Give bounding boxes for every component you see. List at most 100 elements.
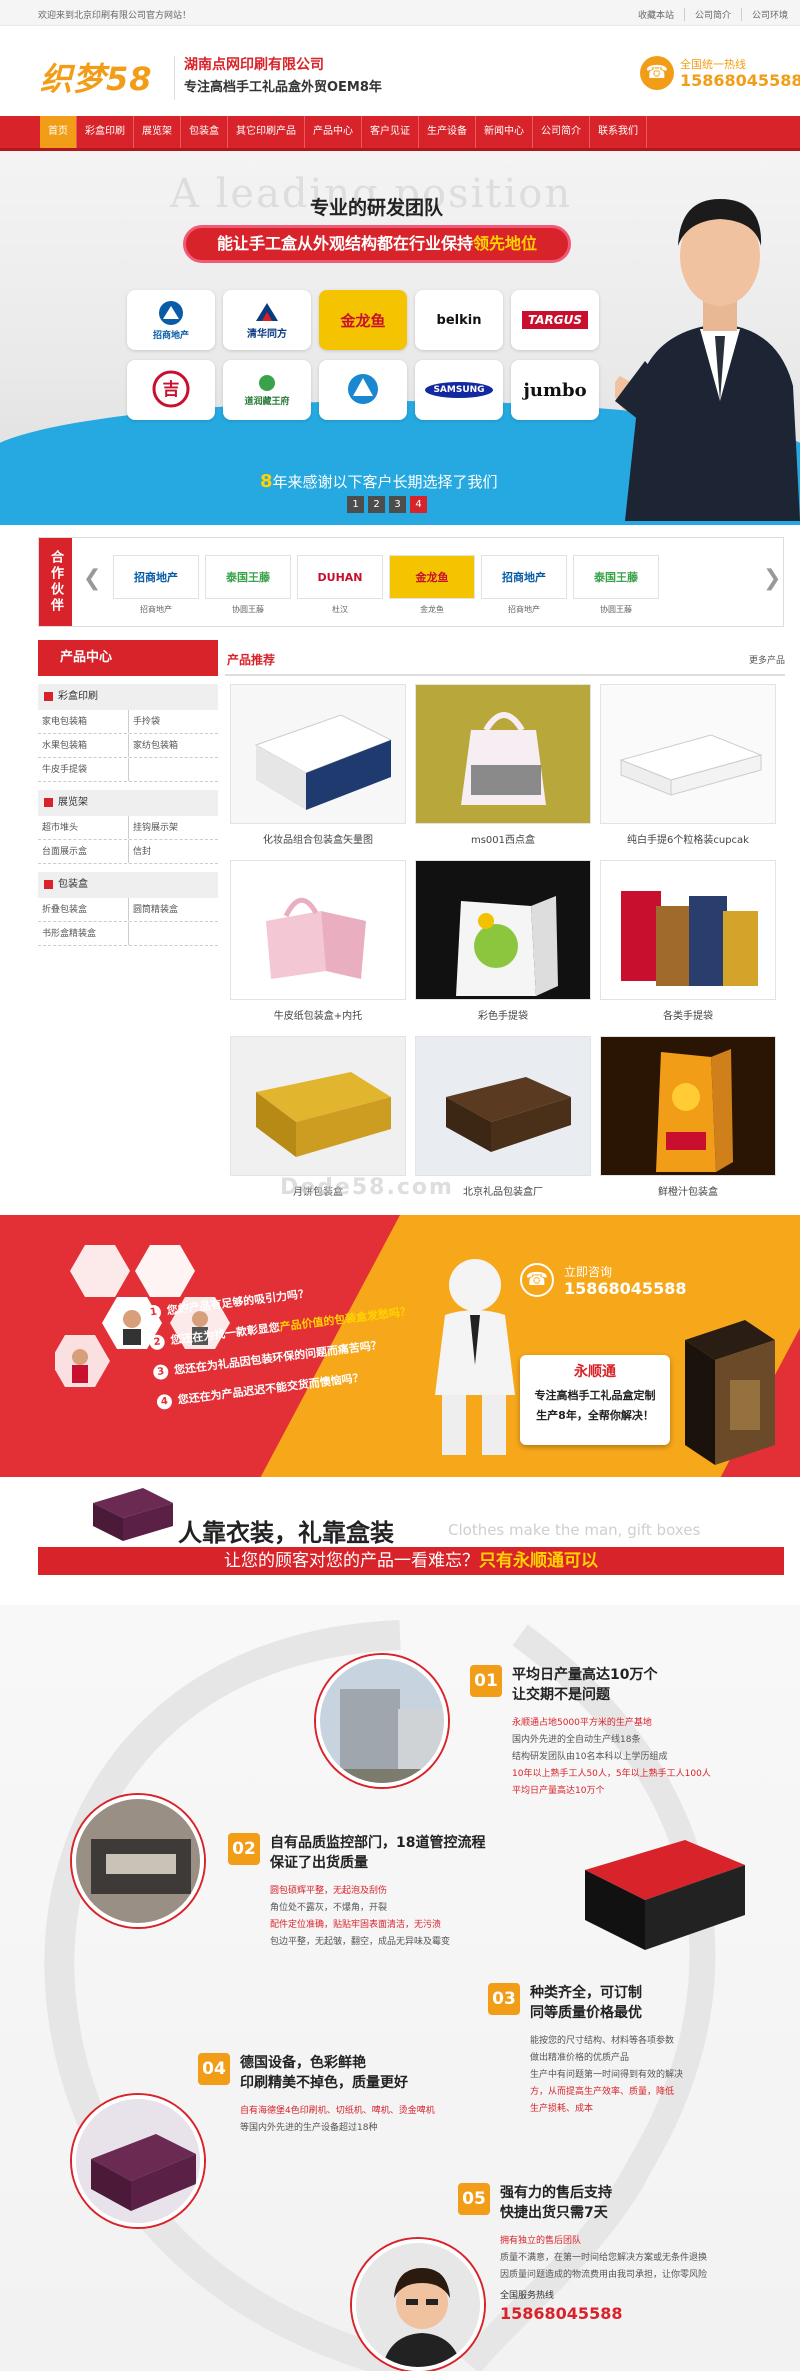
sidebar-link[interactable]: 手拎袋 bbox=[128, 710, 218, 733]
product-image[interactable] bbox=[230, 1036, 406, 1176]
main-nav: 首页 彩盒印刷 展览架 包装盒 其它印刷产品 产品中心 客户见证 生产设备 新闻… bbox=[0, 116, 800, 151]
company-name: 湖南点网印刷有限公司 bbox=[184, 57, 324, 73]
nav-packaging[interactable]: 包装盒 bbox=[181, 116, 228, 148]
sidebar-link[interactable]: 台面展示盒 bbox=[38, 840, 128, 863]
sidebar-link[interactable]: 信封 bbox=[128, 840, 218, 863]
call-number: 15868045588 bbox=[564, 1279, 687, 1298]
hotline-label: 全国统一热线 bbox=[680, 58, 746, 71]
next-arrow-icon[interactable]: ❯ bbox=[763, 566, 781, 591]
sidebar-category[interactable]: 展览架 bbox=[38, 790, 218, 816]
sidebar-link[interactable]: 水果包装箱 bbox=[38, 734, 128, 757]
purple-box-image bbox=[93, 1488, 173, 1541]
nav-equipment[interactable]: 生产设备 bbox=[419, 116, 476, 148]
site-logo[interactable]: 织梦58 bbox=[40, 54, 175, 100]
product-image[interactable] bbox=[230, 684, 406, 824]
product-image[interactable] bbox=[415, 684, 591, 824]
product-image[interactable] bbox=[415, 1036, 591, 1176]
sidebar-link[interactable] bbox=[128, 758, 218, 781]
sidebar-link[interactable]: 折叠包装盒 bbox=[38, 898, 128, 921]
link-about[interactable]: 公司简介 bbox=[683, 8, 731, 21]
tagline-english: Clothes make the man, gift boxes bbox=[448, 1521, 701, 1539]
red-black-box-image bbox=[585, 1840, 745, 1950]
product-card[interactable]: 鲜橙汁包装盒 bbox=[600, 1036, 776, 1212]
nav-home[interactable]: 首页 bbox=[40, 116, 77, 148]
sidebar-row: 牛皮手提袋 bbox=[38, 758, 218, 782]
features-section: 01 平均日产量高达10万个 让交期不是问题 永顺通占地5000平方米的生产基地国… bbox=[0, 1605, 800, 2371]
category-icon bbox=[44, 879, 53, 889]
sidebar-link[interactable]: 家电包装箱 bbox=[38, 710, 128, 733]
pager-3[interactable]: 3 bbox=[389, 496, 406, 513]
sidebar-category[interactable]: 彩盒印刷 bbox=[38, 684, 218, 710]
product-card[interactable]: 各类手提袋 bbox=[600, 860, 776, 1036]
sidebar-link[interactable]: 书形盒精装盒 bbox=[38, 922, 128, 945]
prev-arrow-icon[interactable]: ❮ bbox=[83, 566, 101, 591]
pager-1[interactable]: 1 bbox=[347, 496, 364, 513]
sidebar-link[interactable]: 家纺包装箱 bbox=[128, 734, 218, 757]
product-card[interactable]: ms001西点盒 bbox=[415, 684, 591, 860]
welcome-text: 欢迎来到北京印刷有限公司官方网站！ bbox=[38, 11, 192, 21]
link-environment[interactable]: 公司环境 bbox=[740, 8, 788, 21]
tagline-title: 人靠衣装，礼靠盒装 bbox=[178, 1519, 394, 1547]
promo-desc-1: 专注高档手工礼品盒定制 bbox=[534, 1389, 656, 1402]
sidebar-link[interactable]: 挂钩展示架 bbox=[128, 816, 218, 839]
brand-jinlongyu: 金龙鱼 bbox=[319, 290, 407, 350]
category-icon bbox=[44, 797, 53, 807]
pager-2[interactable]: 2 bbox=[368, 496, 385, 513]
businessman-image bbox=[615, 199, 800, 521]
sidebar-row: 书形盒精装盒 bbox=[38, 922, 218, 946]
nav-products[interactable]: 产品中心 bbox=[305, 116, 362, 148]
site-header: 织梦58 湖南点网印刷有限公司 专注高档手工礼品盒外贸OEM8年 ☎ 全国统一热… bbox=[0, 26, 800, 116]
nav-clients[interactable]: 客户见证 bbox=[362, 116, 419, 148]
sidebar-link[interactable]: 圆筒精装盒 bbox=[128, 898, 218, 921]
promo-card: 永顺通 专注高档手工礼品盒定制 生产8年，全帮你解决！ bbox=[520, 1355, 670, 1445]
sidebar-row: 家电包装箱 手拎袋 bbox=[38, 710, 218, 734]
product-image[interactable] bbox=[415, 860, 591, 1000]
banner-title: 专业的研发团队 bbox=[310, 197, 444, 219]
product-image[interactable] bbox=[600, 684, 776, 824]
banner-pill: 能让手工盒从外观结构都在行业保持领先地位 bbox=[183, 225, 571, 263]
brand-grid: 招商地产 清华同方 金龙鱼 belkin TARGUS 吉 道润藏王府 SAMS… bbox=[127, 290, 607, 420]
partner-item[interactable]: 招商地产 招商地产 bbox=[481, 555, 567, 615]
partners-section: 合作伙伴 ❮ ❯ 招商地产 招商地产 泰国王藤 协圆王藤 DUHAN 杜汉 金龙鱼 金龙… bbox=[38, 537, 784, 627]
pager-4[interactable]: 4 bbox=[410, 496, 427, 513]
brand-daorun: 道润藏王府 bbox=[223, 360, 311, 420]
sidebar-link[interactable]: 牛皮手提袋 bbox=[38, 758, 128, 781]
nav-display-rack[interactable]: 展览架 bbox=[134, 116, 181, 148]
product-card[interactable]: 彩色手提袋 bbox=[415, 860, 591, 1036]
partner-item[interactable]: 招商地产 招商地产 bbox=[113, 555, 199, 615]
nav-contact[interactable]: 联系我们 bbox=[590, 116, 647, 148]
partner-item[interactable]: 金龙鱼 金龙鱼 bbox=[389, 555, 475, 615]
category-icon bbox=[44, 691, 53, 701]
product-card[interactable]: 纯白手提6个粒格装cupcak bbox=[600, 684, 776, 860]
sidebar-link[interactable] bbox=[128, 922, 218, 945]
partner-item[interactable]: DUHAN 杜汉 bbox=[297, 555, 383, 615]
tagline-bar: 让您的顾客对您的产品一看难忘？只有永顺通可以 bbox=[38, 1547, 784, 1575]
product-card[interactable]: 化妆品组合包装盒矢量图 bbox=[230, 684, 406, 860]
partners-title: 合作伙伴 bbox=[39, 538, 72, 626]
product-image[interactable] bbox=[600, 1036, 776, 1176]
partner-item[interactable]: 泰国王藤 协圆王藤 bbox=[205, 555, 291, 615]
hotline-number: 15868045588 bbox=[680, 71, 800, 90]
phone-icon: ☎ bbox=[520, 1263, 554, 1297]
nav-about[interactable]: 公司简介 bbox=[533, 116, 590, 148]
product-card[interactable]: 牛皮纸包装盒+内托 bbox=[230, 860, 406, 1036]
nav-other-print[interactable]: 其它印刷产品 bbox=[228, 116, 305, 148]
sidebar-link[interactable]: 超市堆头 bbox=[38, 816, 128, 839]
nav-news[interactable]: 新闻中心 bbox=[476, 116, 533, 148]
partner-item[interactable]: 泰国王藤 协圆王藤 bbox=[573, 555, 659, 615]
more-products-link[interactable]: 更多产品 bbox=[749, 653, 785, 666]
product-image[interactable] bbox=[230, 860, 406, 1000]
sidebar-category[interactable]: 包装盒 bbox=[38, 872, 218, 898]
phone-icon: ☎ bbox=[640, 56, 674, 90]
sidebar-title: 产品中心 bbox=[38, 640, 218, 676]
link-bookmark[interactable]: 收藏本站 bbox=[628, 8, 674, 21]
promo-desc-2: 生产8年，全帮你解决！ bbox=[536, 1409, 654, 1422]
sidebar-row: 水果包装箱 家纺包装箱 bbox=[38, 734, 218, 758]
sidebar-row: 超市堆头 挂钩展示架 bbox=[38, 816, 218, 840]
brand-ji-text: 吉 bbox=[163, 380, 180, 400]
brand-targus: TARGUS bbox=[511, 290, 599, 350]
product-image[interactable] bbox=[600, 860, 776, 1000]
sidebar-row: 台面展示盒 信封 bbox=[38, 840, 218, 864]
nav-color-box[interactable]: 彩盒印刷 bbox=[77, 116, 134, 148]
brand-ji: 吉 bbox=[127, 360, 215, 420]
